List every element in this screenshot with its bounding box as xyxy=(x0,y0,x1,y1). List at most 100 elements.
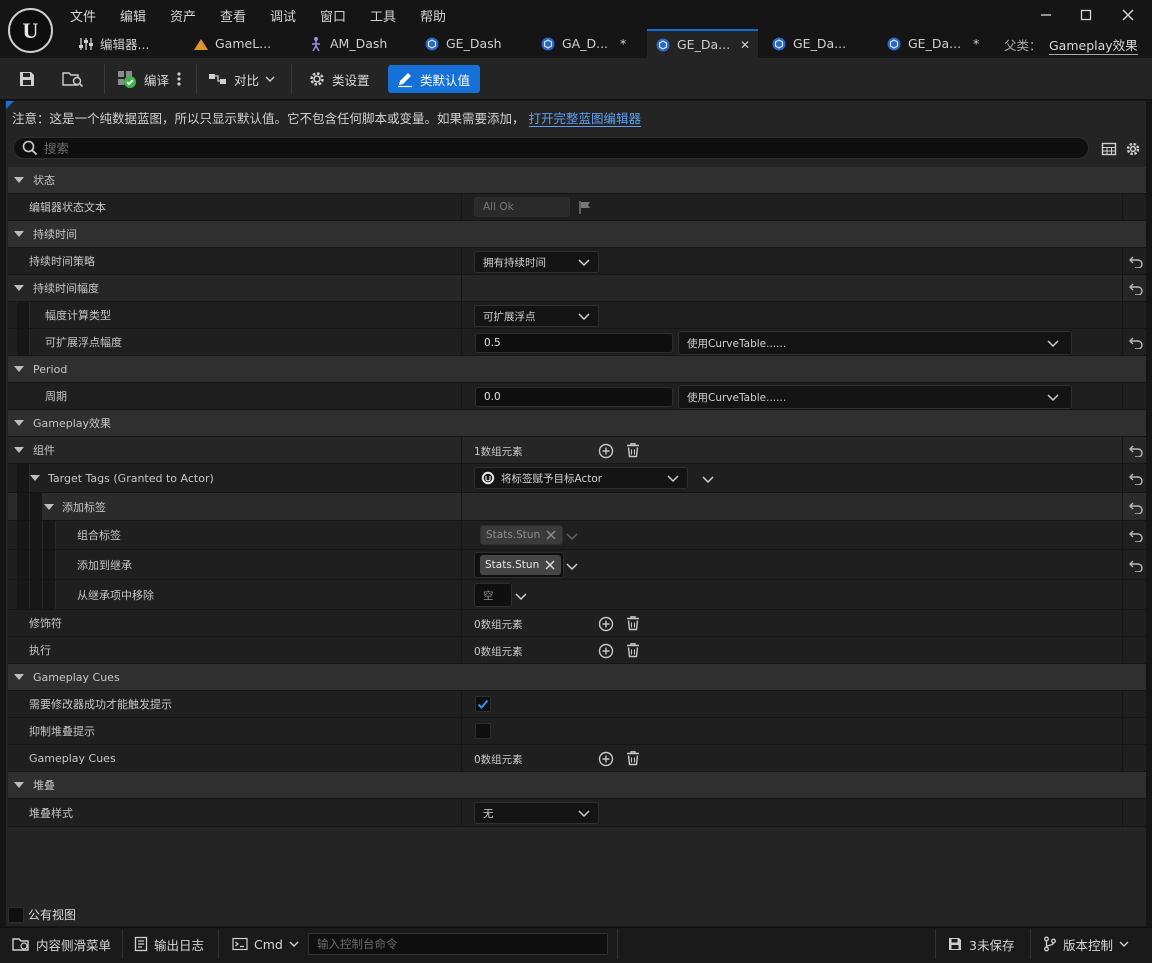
close-icon xyxy=(1122,9,1134,21)
class-settings-label: 类设置 xyxy=(332,72,370,88)
menu-window[interactable]: 窗口 xyxy=(320,6,346,25)
category-gameplay-cues[interactable]: Gameplay Cues xyxy=(8,664,1146,691)
console-input-box[interactable] xyxy=(308,933,608,955)
collapse-triangle-icon[interactable] xyxy=(14,674,24,680)
category-duration[interactable]: 持续时间 xyxy=(8,221,1146,248)
chevron-down-icon[interactable] xyxy=(515,591,527,601)
cmd-selector[interactable]: Cmd xyxy=(232,927,299,961)
collapse-triangle-icon[interactable] xyxy=(14,420,24,426)
search-input[interactable] xyxy=(44,140,944,156)
add-element-icon[interactable] xyxy=(598,751,614,767)
tab-ge-da-active[interactable]: GE_Da... ✕ xyxy=(647,29,758,58)
duration-policy-dropdown[interactable]: 拥有持续时间 xyxy=(474,251,599,273)
tag-chip[interactable]: Stats.Stun xyxy=(480,555,562,575)
category-period[interactable]: Period xyxy=(8,356,1146,383)
tab-ga-d[interactable]: GA_D... * xyxy=(532,29,644,58)
public-view-toggle[interactable]: 公有视图 xyxy=(8,906,76,923)
class-settings-button[interactable]: 类设置 xyxy=(308,66,370,92)
collapse-triangle-icon[interactable] xyxy=(14,366,24,372)
save-button[interactable] xyxy=(18,66,36,92)
tab-ge-da-3[interactable]: GE_Da... * xyxy=(878,29,990,58)
property-duration-magnitude[interactable]: 持续时间幅度 xyxy=(8,275,1146,302)
reset-to-default-icon[interactable] xyxy=(1129,443,1143,457)
menu-asset[interactable]: 资产 xyxy=(170,6,196,25)
add-element-icon[interactable] xyxy=(598,616,614,632)
parent-class-link[interactable]: Gameplay效果 xyxy=(1049,35,1138,55)
menu-view[interactable]: 查看 xyxy=(220,6,246,25)
reset-to-default-icon[interactable] xyxy=(1129,335,1143,349)
tab-am-dash[interactable]: AM_Dash xyxy=(300,29,412,58)
reset-to-default-icon[interactable] xyxy=(1129,471,1143,485)
console-input[interactable] xyxy=(317,937,597,951)
class-defaults-button[interactable]: 类默认值 xyxy=(388,65,480,93)
suppress-stacking-checkbox[interactable] xyxy=(475,723,491,739)
open-full-editor-link[interactable]: 打开完整蓝图编辑器 xyxy=(528,111,642,127)
menu-debug[interactable]: 调试 xyxy=(270,6,296,25)
tab-gamel[interactable]: GameL... xyxy=(185,29,295,58)
sliders-icon xyxy=(79,37,93,50)
settings-gear-icon[interactable] xyxy=(1125,141,1141,157)
compile-button[interactable]: 编译 xyxy=(116,66,169,92)
compile-options-button[interactable] xyxy=(176,66,182,92)
menu-help[interactable]: 帮助 xyxy=(420,6,446,25)
reset-to-default-icon[interactable] xyxy=(1129,558,1143,572)
category-stacking[interactable]: 堆叠 xyxy=(8,772,1146,799)
collapse-triangle-icon[interactable] xyxy=(30,475,40,481)
trash-icon[interactable] xyxy=(625,642,641,658)
unsaved-label: 3未保存 xyxy=(969,937,1015,953)
menu-tools[interactable]: 工具 xyxy=(370,6,396,25)
diff-button[interactable]: 对比 xyxy=(208,66,275,92)
add-element-icon[interactable] xyxy=(598,643,614,659)
remove-tag-icon[interactable] xyxy=(545,560,555,570)
browse-button[interactable] xyxy=(62,66,84,92)
property-target-tags[interactable]: Target Tags (Granted to Actor) 将标签赋予目标Ac… xyxy=(8,464,1146,493)
trash-icon[interactable] xyxy=(625,750,641,766)
property-add-tags[interactable]: 添加标签 xyxy=(8,493,1146,521)
collapse-triangle-icon[interactable] xyxy=(14,285,24,291)
chevron-down-icon[interactable] xyxy=(566,561,578,571)
collapse-triangle-icon[interactable] xyxy=(44,503,54,510)
close-tab-icon[interactable]: ✕ xyxy=(740,38,750,52)
category-gameplay-effect[interactable]: Gameplay效果 xyxy=(8,410,1146,437)
curve-table-picker[interactable]: 使用CurveTable...... xyxy=(678,331,1072,355)
collapse-triangle-icon[interactable] xyxy=(14,231,24,237)
output-log-button[interactable]: 输出日志 xyxy=(134,927,204,961)
public-view-checkbox[interactable] xyxy=(8,906,24,923)
table-view-icon[interactable] xyxy=(1101,141,1117,157)
minimize-button[interactable] xyxy=(1036,6,1056,24)
source-control-button[interactable]: 版本控制 xyxy=(1043,927,1129,961)
reset-to-default-icon[interactable] xyxy=(1129,281,1143,295)
property-components[interactable]: 组件 1数组元素 xyxy=(8,437,1146,464)
menu-edit[interactable]: 编辑 xyxy=(120,6,146,25)
tab-ge-da-2[interactable]: GE_Da... xyxy=(763,29,875,58)
reset-to-default-icon[interactable] xyxy=(1129,254,1143,268)
curve-table-picker[interactable]: 使用CurveTable...... xyxy=(678,385,1072,409)
unreal-logo-icon[interactable]: U xyxy=(8,8,53,53)
collapse-triangle-icon[interactable] xyxy=(14,177,24,183)
collapse-triangle-icon[interactable] xyxy=(14,447,24,453)
tab-ge-dash[interactable]: GE_Dash xyxy=(416,29,528,58)
close-window-button[interactable] xyxy=(1118,6,1138,24)
tab-editor-prefs[interactable]: 编辑器... xyxy=(70,29,182,58)
search-bar[interactable] xyxy=(13,137,1089,159)
calc-type-dropdown[interactable]: 可扩展浮点 xyxy=(474,305,599,327)
maximize-button[interactable] xyxy=(1076,6,1096,24)
stacking-style-dropdown[interactable]: 无 xyxy=(474,802,599,824)
empty-tag-container[interactable]: 空 xyxy=(474,583,512,607)
expand-options-chevron-icon[interactable] xyxy=(702,474,714,484)
unsaved-button[interactable]: 3未保存 xyxy=(947,927,1014,961)
component-class-dropdown[interactable]: 将标签赋予目标Actor xyxy=(474,467,688,489)
menu-file[interactable]: 文件 xyxy=(70,6,96,25)
reset-to-default-icon[interactable] xyxy=(1129,528,1143,542)
reset-to-default-icon[interactable] xyxy=(1129,500,1143,514)
add-element-icon[interactable] xyxy=(598,443,614,459)
period-value-input[interactable]: 0.0 xyxy=(475,387,673,407)
scalable-value-input[interactable]: 0.5 xyxy=(475,333,673,353)
trash-icon[interactable] xyxy=(625,442,641,458)
category-status[interactable]: 状态 xyxy=(8,167,1146,194)
category-label: 持续时间 xyxy=(33,228,77,241)
collapse-triangle-icon[interactable] xyxy=(14,782,24,788)
content-drawer-button[interactable]: 内容侧滑菜单 xyxy=(12,927,111,961)
trash-icon[interactable] xyxy=(625,615,641,631)
require-success-checkbox[interactable] xyxy=(475,696,491,712)
